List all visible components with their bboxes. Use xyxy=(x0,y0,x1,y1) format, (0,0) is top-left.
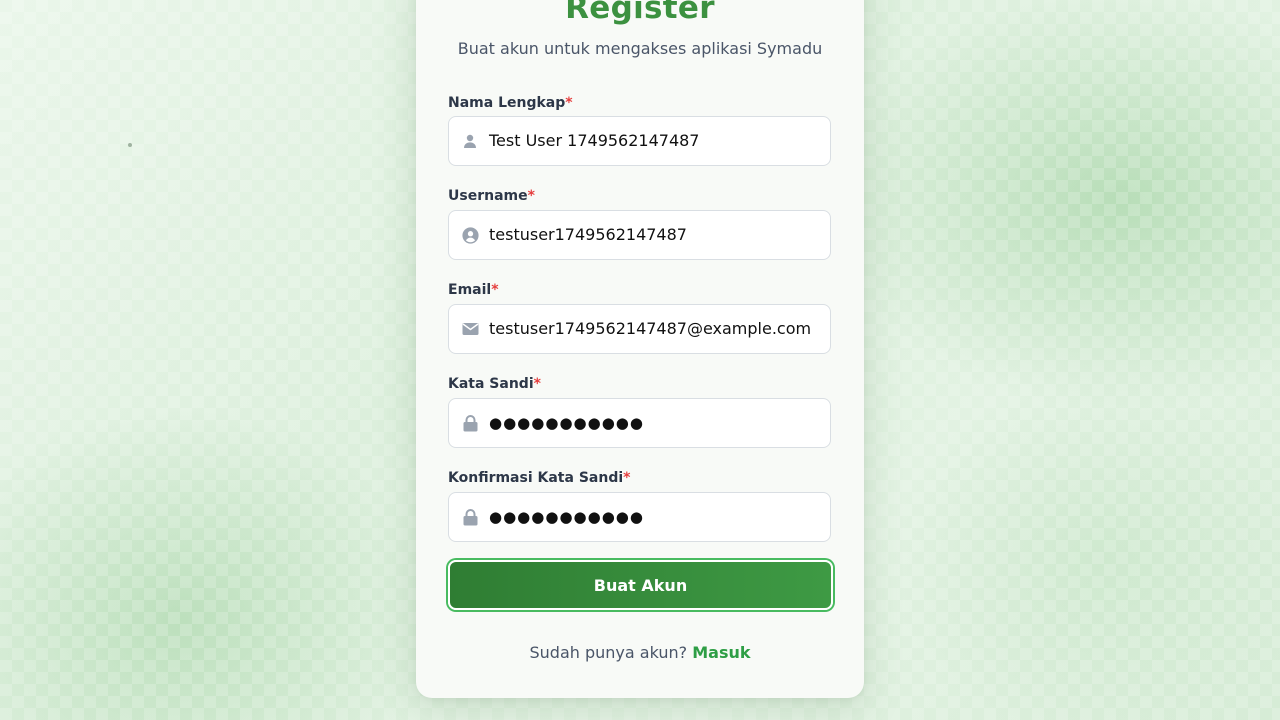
password-label: Kata Sandi* xyxy=(448,376,541,392)
username-label: Username* xyxy=(448,188,535,204)
envelope-icon xyxy=(461,320,479,338)
full-name-label: Nama Lengkap* xyxy=(448,95,573,111)
username-input[interactable]: testuser1749562147487 xyxy=(448,210,831,260)
required-asterisk: * xyxy=(527,188,535,204)
login-prompt-text: Sudah punya akun? xyxy=(529,643,688,662)
confirm-password-label: Konfirmasi Kata Sandi* xyxy=(448,470,631,486)
background-speck xyxy=(128,143,132,147)
password-value: ●●●●●●●●●●● xyxy=(489,414,644,432)
required-asterisk: * xyxy=(491,282,499,298)
required-asterisk: * xyxy=(565,95,573,111)
lock-icon xyxy=(461,508,479,526)
email-label: Email* xyxy=(448,282,499,298)
user-circle-icon xyxy=(461,226,479,244)
login-prompt: Sudah punya akun? Masuk xyxy=(416,643,864,662)
login-link[interactable]: Masuk xyxy=(692,643,750,662)
lock-icon xyxy=(461,414,479,432)
page-subtitle: Buat akun untuk mengakses aplikasi Symad… xyxy=(457,39,823,58)
register-card: Register Buat akun untuk mengakses aplik… xyxy=(416,0,864,698)
page-title: Register xyxy=(565,0,715,26)
confirm-password-input[interactable]: ●●●●●●●●●●● xyxy=(448,492,831,542)
email-input[interactable]: testuser1749562147487@example.com xyxy=(448,304,831,354)
create-account-button[interactable]: Buat Akun xyxy=(448,560,833,610)
full-name-value: Test User 1749562147487 xyxy=(489,131,700,150)
confirm-password-value: ●●●●●●●●●●● xyxy=(489,508,644,526)
full-name-input[interactable]: Test User 1749562147487 xyxy=(448,116,831,166)
username-value: testuser1749562147487 xyxy=(489,225,687,244)
required-asterisk: * xyxy=(623,470,631,486)
email-value: testuser1749562147487@example.com xyxy=(489,319,812,338)
required-asterisk: * xyxy=(533,376,541,392)
password-input[interactable]: ●●●●●●●●●●● xyxy=(448,398,831,448)
user-icon xyxy=(461,132,479,150)
